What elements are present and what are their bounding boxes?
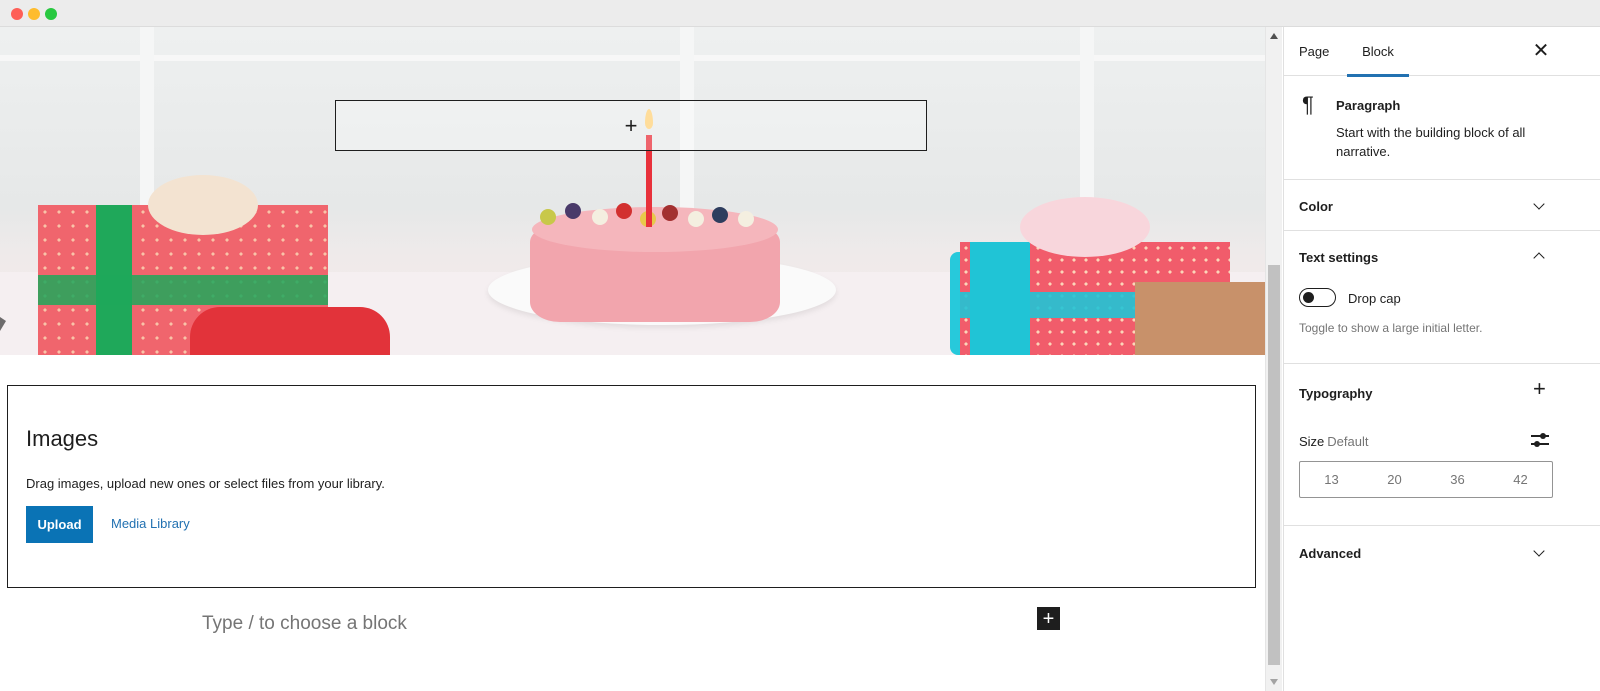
fruit-decoration bbox=[688, 211, 704, 227]
chevron-up-icon[interactable] bbox=[1533, 252, 1545, 264]
chevron-down-icon[interactable] bbox=[1533, 545, 1545, 557]
panel-typography-title: Typography bbox=[1299, 386, 1373, 401]
toggle-knob bbox=[1303, 292, 1314, 303]
window-maximize-button[interactable] bbox=[45, 8, 57, 20]
panel-color[interactable]: Color bbox=[1284, 180, 1600, 231]
mouse-cursor-icon bbox=[0, 317, 6, 331]
font-size-current-value: Default bbox=[1327, 434, 1369, 449]
editor-scrollbar[interactable] bbox=[1265, 27, 1282, 691]
block-inserter-button[interactable]: + bbox=[1037, 607, 1060, 630]
scroll-up-icon[interactable] bbox=[1270, 33, 1278, 39]
custom-size-settings-icon[interactable] bbox=[1531, 432, 1549, 448]
close-icon[interactable]: ✕ bbox=[1531, 41, 1551, 61]
window-minimize-button[interactable] bbox=[28, 8, 40, 20]
gallery-placeholder[interactable]: Images Drag images, upload new ones or s… bbox=[7, 385, 1256, 588]
fruit-decoration bbox=[738, 211, 754, 227]
shelf-decoration bbox=[0, 55, 1265, 61]
plus-icon[interactable]: + bbox=[625, 114, 638, 137]
tab-page[interactable]: Page bbox=[1299, 27, 1329, 76]
drop-cap-label: Drop cap bbox=[1348, 291, 1401, 306]
block-card: ¶ Paragraph Start with the building bloc… bbox=[1284, 76, 1600, 180]
fruit-decoration bbox=[616, 203, 632, 219]
fruit-decoration bbox=[540, 209, 556, 225]
font-size-option[interactable]: 13 bbox=[1300, 462, 1363, 497]
font-size-option[interactable]: 36 bbox=[1426, 462, 1489, 497]
sidebar-tabs: Page Block ✕ bbox=[1284, 27, 1600, 77]
cover-inner-block[interactable]: + bbox=[335, 100, 927, 151]
block-appender-input[interactable]: Type / to choose a block bbox=[202, 613, 407, 635]
font-size-label-text: Size bbox=[1299, 434, 1325, 449]
panel-color-title[interactable]: Color bbox=[1299, 199, 1333, 214]
fruit-decoration bbox=[662, 205, 678, 221]
placeholder-title: Images bbox=[26, 426, 99, 451]
fruit-decoration bbox=[592, 209, 608, 225]
chevron-down-icon[interactable] bbox=[1533, 198, 1545, 210]
block-card-title: Paragraph bbox=[1336, 98, 1401, 113]
panel-text-settings: Text settings Drop cap Toggle to show a … bbox=[1284, 231, 1600, 364]
font-size-option[interactable]: 20 bbox=[1363, 462, 1426, 497]
panel-advanced-title[interactable]: Advanced bbox=[1299, 546, 1361, 561]
scroll-down-icon[interactable] bbox=[1270, 679, 1278, 685]
fruit-decoration bbox=[712, 207, 728, 223]
tab-block[interactable]: Block bbox=[1347, 27, 1409, 77]
fruit-decoration bbox=[565, 203, 581, 219]
scroll-thumb[interactable] bbox=[1268, 265, 1280, 665]
paragraph-icon: ¶ bbox=[1302, 92, 1314, 117]
drop-cap-toggle[interactable] bbox=[1299, 288, 1336, 307]
panel-advanced[interactable]: Advanced bbox=[1284, 526, 1600, 579]
font-size-label: Size Default bbox=[1299, 434, 1369, 449]
upload-button[interactable]: Upload bbox=[26, 506, 93, 543]
panel-text-settings-title[interactable]: Text settings bbox=[1299, 250, 1378, 265]
editor-canvas: + Images Drag images, upload new ones or… bbox=[0, 27, 1265, 691]
settings-sidebar: Page Block ✕ ¶ Paragraph Start with the … bbox=[1283, 27, 1600, 691]
cover-block[interactable]: + bbox=[0, 27, 1265, 355]
typography-options-plus-icon[interactable]: + bbox=[1533, 378, 1546, 400]
media-library-button[interactable]: Media Library bbox=[111, 516, 190, 531]
font-size-option[interactable]: 42 bbox=[1489, 462, 1552, 497]
block-card-description: Start with the building block of all nar… bbox=[1336, 125, 1526, 159]
drop-cap-help: Toggle to show a large initial letter. bbox=[1299, 321, 1483, 335]
window-close-button[interactable] bbox=[11, 8, 23, 20]
panel-typography: Typography + Size Default 13 20 36 42 bbox=[1284, 364, 1600, 526]
brown-gift-image bbox=[1135, 282, 1265, 355]
font-size-picker[interactable]: 13 20 36 42 bbox=[1299, 461, 1553, 498]
window-titlebar bbox=[0, 0, 1600, 27]
placeholder-instructions: Drag images, upload new ones or select f… bbox=[26, 476, 385, 491]
red-ribbon-image bbox=[190, 307, 390, 355]
